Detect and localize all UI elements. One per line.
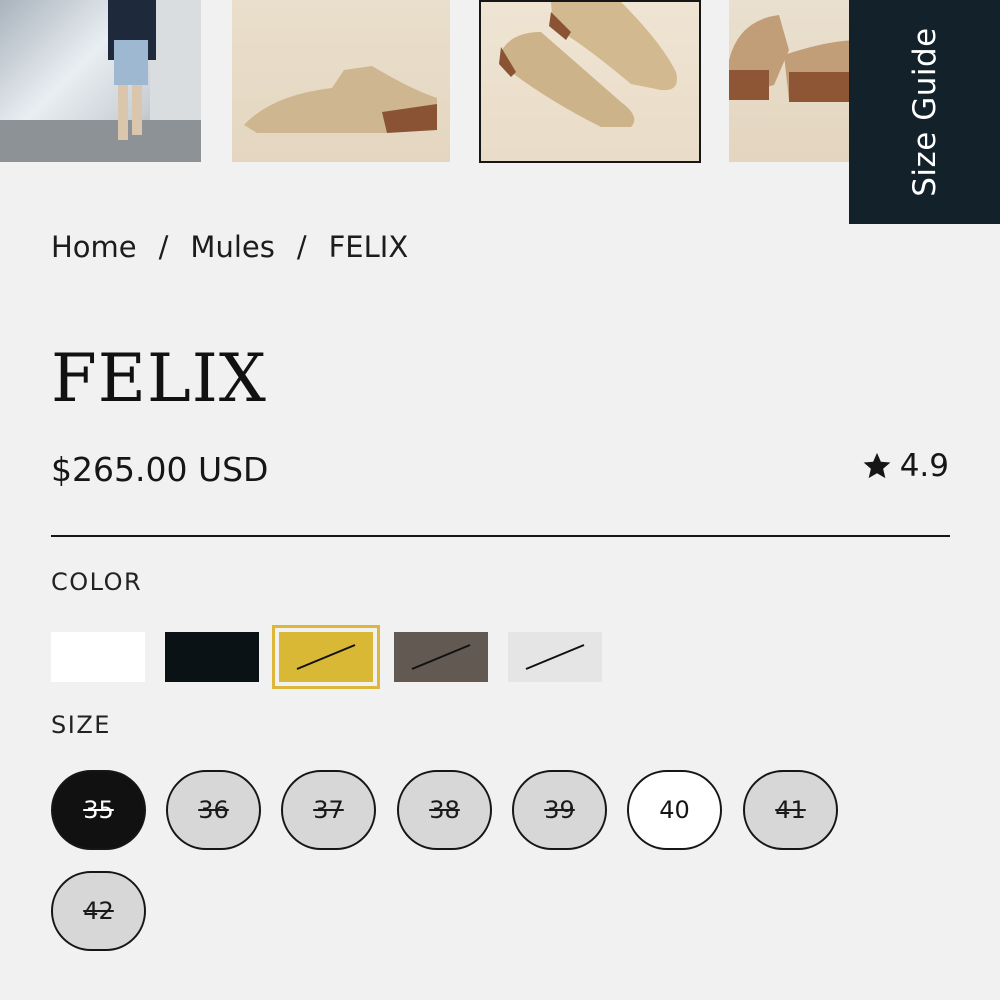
product-title: FELIX — [51, 340, 267, 417]
product-price: $265.00 USD — [51, 450, 269, 489]
breadcrumb-home[interactable]: Home — [51, 230, 137, 264]
color-swatch-2[interactable] — [165, 632, 259, 682]
rating-value: 4.9 — [899, 448, 949, 484]
breadcrumb-separator: / — [158, 230, 169, 264]
size-option-38[interactable]: 38 — [397, 770, 492, 850]
breadcrumb-current: FELIX — [328, 230, 409, 264]
color-swatch-5[interactable] — [508, 632, 602, 682]
size-option-39[interactable]: 39 — [512, 770, 607, 850]
product-rating[interactable]: 4.9 — [862, 448, 949, 484]
color-swatch-3[interactable] — [272, 625, 380, 689]
unavailable-slash-icon — [411, 644, 471, 670]
breadcrumb-separator: / — [296, 230, 307, 264]
color-swatch-4[interactable] — [394, 632, 488, 682]
star-icon — [863, 452, 891, 479]
size-option-41[interactable]: 41 — [743, 770, 838, 850]
size-option-36[interactable]: 36 — [166, 770, 261, 850]
color-label: COLOR — [51, 568, 143, 596]
size-option-37[interactable]: 37 — [281, 770, 376, 850]
size-label: SIZE — [51, 711, 111, 739]
divider — [51, 535, 950, 537]
gallery-thumbnail-2[interactable] — [232, 0, 450, 162]
size-guide-button[interactable]: Size Guide — [849, 0, 1000, 224]
size-option-42[interactable]: 42 — [51, 871, 146, 951]
gallery-thumbnail-4[interactable] — [729, 0, 859, 162]
color-swatch-1[interactable] — [51, 632, 145, 682]
size-option-40[interactable]: 40 — [627, 770, 722, 850]
gallery-thumbnail-3[interactable] — [479, 0, 701, 163]
breadcrumb-category[interactable]: Mules — [190, 230, 274, 264]
unavailable-slash-icon — [525, 644, 585, 670]
gallery-thumbnail-1[interactable] — [0, 0, 201, 162]
breadcrumb: Home / Mules / FELIX — [51, 230, 408, 264]
unavailable-slash-icon — [296, 644, 356, 670]
size-guide-label: Size Guide — [906, 27, 943, 197]
size-option-35[interactable]: 35 — [51, 770, 146, 850]
